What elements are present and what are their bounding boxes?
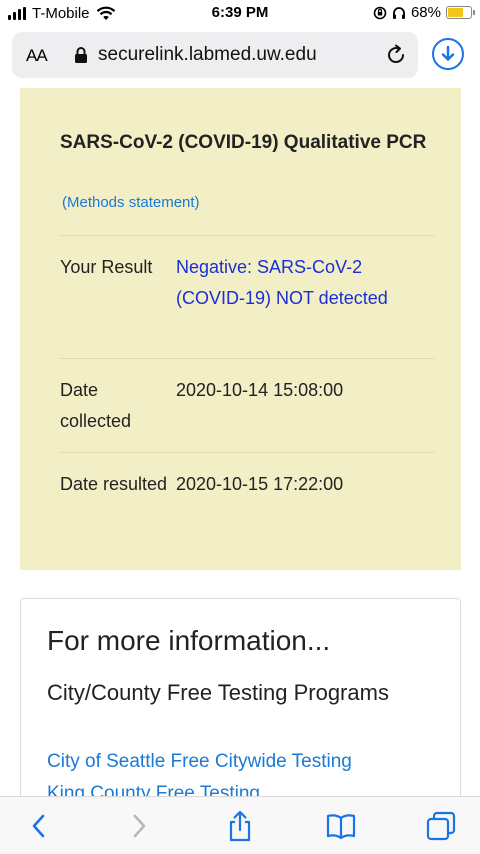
status-right: 68%	[373, 4, 475, 21]
date-resulted-value: 2020-10-15 17:22:00	[176, 474, 344, 494]
battery-fill	[448, 8, 463, 17]
result-label: Your Result	[60, 257, 153, 277]
url-text: securelink.labmed.uw.edu	[98, 44, 317, 65]
lock-icon	[75, 47, 87, 63]
divider	[60, 452, 435, 453]
back-button[interactable]	[22, 809, 56, 843]
bookmarks-icon	[326, 814, 356, 840]
info-heading: For more information...	[47, 625, 331, 656]
safari-toolbar	[0, 796, 480, 854]
safari-address-bar: AA securelink.labmed.uw.edu	[0, 28, 480, 86]
test-name: SARS-CoV-2 (COVID-19) Qualitative PCR	[60, 132, 427, 153]
text-size-button[interactable]: AA	[26, 45, 48, 66]
download-arrow-icon	[441, 45, 455, 61]
info-subheading: City/County Free Testing Programs	[47, 680, 389, 705]
share-button[interactable]	[223, 809, 257, 843]
date-collected-value: 2020-10-14 15:08:00	[176, 380, 344, 400]
divider	[60, 358, 435, 359]
share-icon	[229, 810, 251, 842]
back-icon	[32, 814, 45, 838]
downloads-button[interactable]	[432, 38, 464, 70]
forward-icon	[133, 814, 146, 838]
orientation-lock-icon	[373, 6, 387, 19]
result-value[interactable]: Negative: SARS-CoV-2 (COVID-19) NOT dete…	[176, 252, 416, 314]
tabs-icon	[426, 811, 456, 841]
date-collected-label: Date collected	[60, 380, 132, 431]
reload-icon[interactable]	[384, 43, 408, 67]
divider	[60, 235, 435, 236]
methods-statement-link[interactable]: (Methods statement)	[62, 194, 200, 211]
forward-button[interactable]	[122, 809, 156, 843]
bookmarks-button[interactable]	[324, 809, 358, 843]
url-field[interactable]: AA securelink.labmed.uw.edu	[12, 32, 418, 78]
text-size-label: AA	[26, 46, 48, 65]
date-resulted-label: Date resulted	[60, 474, 168, 494]
headphones-icon	[392, 6, 405, 19]
battery-icon	[446, 6, 475, 19]
status-bar: T-Mobile 6:39 PM 68%	[0, 0, 480, 28]
seattle-testing-link[interactable]: City of Seattle Free Citywide Testing	[47, 751, 352, 773]
battery-percentage: 68%	[410, 4, 441, 21]
tabs-button[interactable]	[424, 809, 458, 843]
test-result-card: SARS-CoV-2 (COVID-19) Qualitative PCR (M…	[20, 88, 461, 570]
